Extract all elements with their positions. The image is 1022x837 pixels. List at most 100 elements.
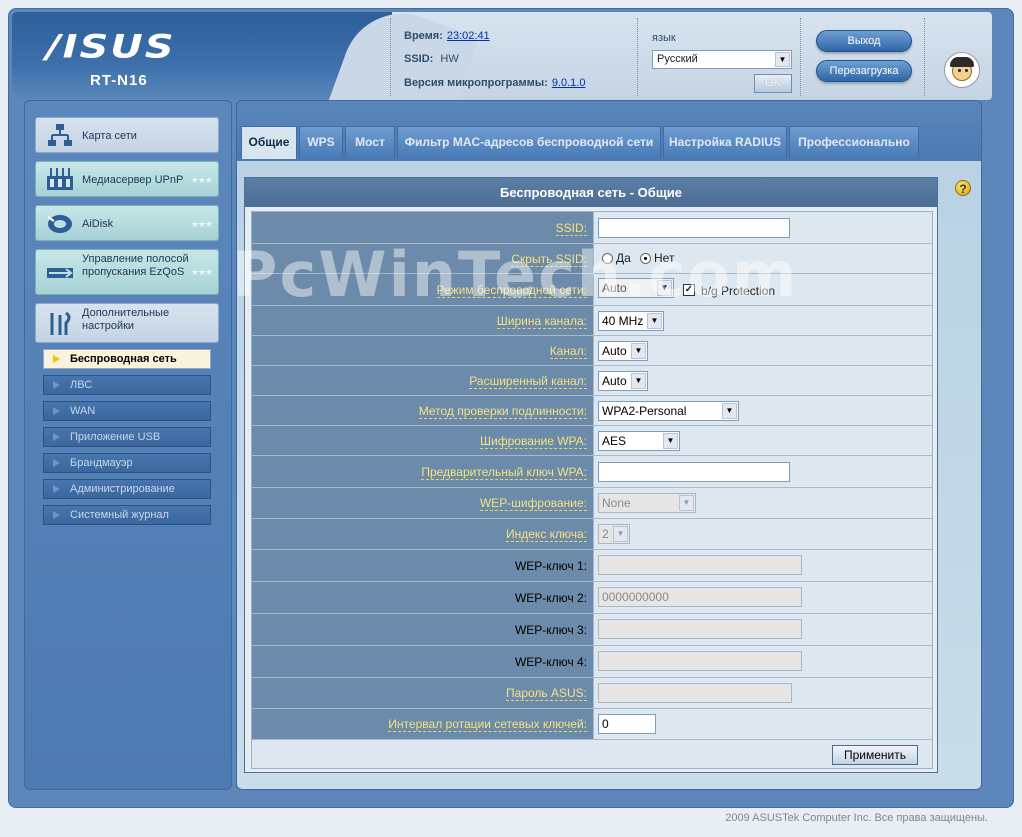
wep-key-3-label: WEP-ключ 3: xyxy=(514,623,587,637)
ext-channel-value: Auto xyxy=(602,374,627,388)
time-label: Время: xyxy=(404,30,443,42)
mascot-eye xyxy=(958,69,961,72)
ext-channel-label-cell: Расширенный канал: xyxy=(252,366,593,395)
star-rating-icon: ★★★ xyxy=(190,219,213,229)
auth-method-value: WPA2-Personal xyxy=(602,404,687,418)
mascot-icon xyxy=(944,52,980,88)
wep-key-4-label: WEP-ключ 4: xyxy=(514,655,587,669)
status-info: Время: 23:02:41 SSID: HW Версия микропрог… xyxy=(402,16,642,98)
wpa-psk-input[interactable] xyxy=(598,462,790,482)
tab-mac-filter[interactable]: Фильтр MAC-адресов беспроводной сети xyxy=(397,126,661,158)
chevron-down-icon: ▼ xyxy=(775,52,790,67)
sidebar-subitem-usb[interactable]: Приложение USB xyxy=(43,427,211,447)
sidebar-subitem-syslog[interactable]: Системный журнал xyxy=(43,505,211,525)
sidebar-subitem-label: Беспроводная сеть xyxy=(70,353,177,365)
wpa-encryption-label-cell: Шифрование WPA: xyxy=(252,426,593,455)
header: /ISUS RT-N16 Время: 23:02:41 SSID: HW Вер… xyxy=(12,12,992,100)
time-link[interactable]: 23:02:41 xyxy=(447,30,490,42)
sidebar-subitem-wireless[interactable]: Беспроводная сеть xyxy=(43,349,211,369)
key-index-value: 2 xyxy=(602,527,609,541)
sidebar-item-aidisk[interactable]: AiDisk ★★★ xyxy=(35,205,219,241)
channel-select[interactable]: Auto ▼ xyxy=(598,341,648,361)
chevron-down-icon: ▼ xyxy=(631,373,646,389)
ssid-input[interactable] xyxy=(598,218,790,238)
arrow-right-icon xyxy=(53,485,60,493)
wpa-encryption-select[interactable]: AES ▼ xyxy=(598,431,680,451)
asus-password-value-cell xyxy=(593,678,932,708)
wep-key-4-input[interactable] xyxy=(598,651,802,671)
tab-wps[interactable]: WPS xyxy=(299,126,343,158)
sidebar-item-network-map[interactable]: Карта сети xyxy=(35,117,219,153)
bg-protection-checkbox[interactable]: ✓ xyxy=(683,284,695,296)
channel-label: Канал: xyxy=(549,344,587,359)
aidisk-icon xyxy=(47,215,72,233)
firmware-line: Версия микропрограммы: 9.0.1.0 xyxy=(404,77,585,89)
hide-ssid-yes-label: Да xyxy=(616,251,631,265)
time-line: Время: 23:02:41 xyxy=(404,30,490,42)
hide-ssid-yes-radio[interactable] xyxy=(602,253,613,264)
language-select[interactable]: Русский ▼ xyxy=(652,50,792,69)
asus-password-row: Пароль ASUS: xyxy=(252,678,932,709)
wep-key-1-value-cell xyxy=(593,550,932,581)
wpa-encryption-value-cell: AES ▼ xyxy=(593,426,932,455)
wep-encryption-select[interactable]: None ▼ xyxy=(598,493,696,513)
chevron-down-icon: ▼ xyxy=(647,313,662,329)
ext-channel-select[interactable]: Auto ▼ xyxy=(598,371,648,391)
wep-key-2-label-cell: WEP-ключ 2: xyxy=(252,582,593,613)
hide-ssid-no-radio[interactable] xyxy=(640,253,651,264)
wpa-psk-row: Предварительный ключ WPA: xyxy=(252,456,932,488)
logo-panel: /ISUS RT-N16 xyxy=(12,12,392,100)
wireless-mode-select[interactable]: Auto ▼ xyxy=(598,278,674,298)
ssid-label: SSID: xyxy=(404,53,434,65)
firmware-link[interactable]: 9.0.1.0 xyxy=(552,77,586,89)
sidebar-subitem-firewall[interactable]: Брандмауэр xyxy=(43,453,211,473)
wireless-mode-value: Auto xyxy=(602,281,627,295)
tab-radius[interactable]: Настройка RADIUS xyxy=(663,126,787,158)
wep-key-1-input[interactable] xyxy=(598,555,802,575)
rekey-interval-row: Интервал ротации сетевых ключей: 0 xyxy=(252,709,932,740)
key-index-select[interactable]: 2 ▼ xyxy=(598,524,630,544)
key-index-label: Индекс ключа: xyxy=(505,527,587,542)
sidebar-item-ezqos[interactable]: Управление полосой пропускания EzQoS ★★★ xyxy=(35,249,219,295)
sidebar-item-label: Карта сети xyxy=(82,130,137,142)
auth-method-select[interactable]: WPA2-Personal ▼ xyxy=(598,401,739,421)
asus-password-input[interactable] xyxy=(598,683,792,703)
arrow-right-icon xyxy=(53,433,60,441)
star-rating-icon: ★★★ xyxy=(190,175,213,185)
sidebar-subitem-lan[interactable]: ЛВС xyxy=(43,375,211,395)
tab-bridge[interactable]: Мост xyxy=(345,126,395,158)
hide-ssid-no-label: Нет xyxy=(654,251,675,265)
auth-method-value-cell: WPA2-Personal ▼ xyxy=(593,396,932,425)
sidebar-subitem-wan[interactable]: WAN xyxy=(43,401,211,421)
reboot-button[interactable]: Перезагрузка xyxy=(816,60,912,82)
sidebar-item-advanced-settings[interactable]: Дополнительные настройки xyxy=(35,303,219,343)
sidebar-subitem-label: Системный журнал xyxy=(70,509,169,521)
wireless-mode-label: Режим беспроводной сети: xyxy=(436,283,587,298)
wpa-psk-label-cell: Предварительный ключ WPA: xyxy=(252,456,593,487)
logout-button[interactable]: Выход xyxy=(816,30,912,52)
rekey-interval-input[interactable]: 0 xyxy=(598,714,656,734)
sidebar-subitem-administration[interactable]: Администрирование xyxy=(43,479,211,499)
wep-key-4-label-cell: WEP-ключ 4: xyxy=(252,646,593,677)
mascot-eye xyxy=(965,69,968,72)
tab-general[interactable]: Общие xyxy=(241,126,297,159)
sidebar-item-media-server[interactable]: Медиасервер UPnP ★★★ xyxy=(35,161,219,197)
wep-key-1-label: WEP-ключ 1: xyxy=(514,559,587,573)
ssid-label: SSID: xyxy=(555,221,587,236)
ssid-row: SSID: xyxy=(252,212,932,244)
copyright-footer: 2009 ASUSTek Computer Inc. Все права защ… xyxy=(725,812,988,824)
key-index-label-cell: Индекс ключа: xyxy=(252,519,593,549)
wep-key-2-input[interactable]: 0000000000 xyxy=(598,587,802,607)
wireless-general-form: SSID: Скрыть SSID: Да Нет Режим беспрово… xyxy=(251,211,933,769)
media-server-icon xyxy=(47,168,73,190)
language-ok-button[interactable]: OK xyxy=(754,74,792,93)
bandwidth-value-cell: 40 MHz ▼ xyxy=(593,306,932,335)
sidebar-item-label: Медиасервер UPnP xyxy=(82,174,184,186)
rekey-interval-label-cell: Интервал ротации сетевых ключей: xyxy=(252,709,593,739)
apply-button[interactable]: Применить xyxy=(832,745,918,765)
bandwidth-select[interactable]: 40 MHz ▼ xyxy=(598,311,664,331)
help-icon[interactable]: ? xyxy=(955,180,971,196)
ext-channel-row: Расширенный канал: Auto ▼ xyxy=(252,366,932,396)
wep-key-3-input[interactable] xyxy=(598,619,802,639)
tab-professional[interactable]: Профессионально xyxy=(789,126,919,158)
